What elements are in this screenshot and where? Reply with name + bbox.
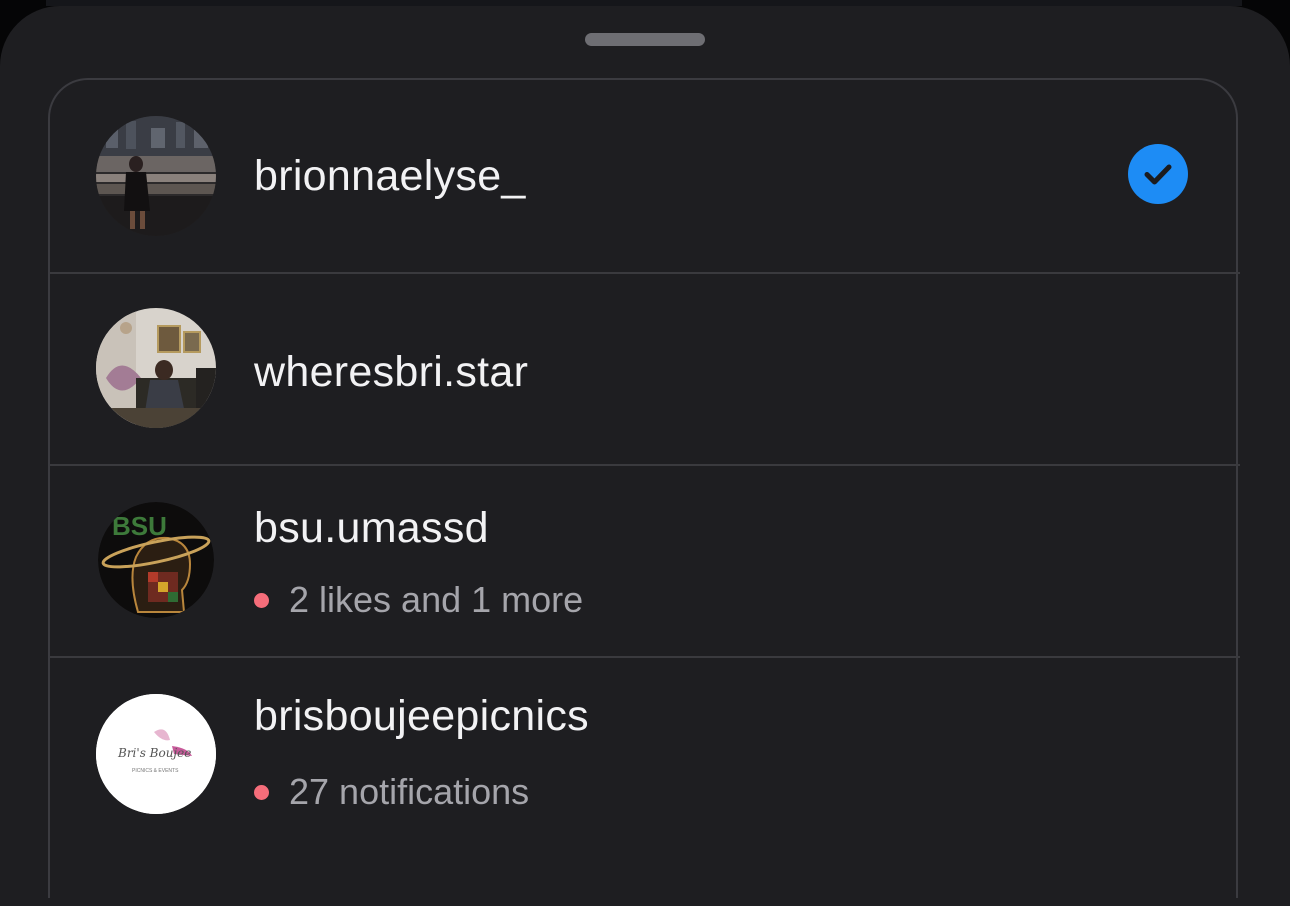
- account-row-bsu-umassd[interactable]: BSU bsu.umassd 2 likes and 1 more: [50, 464, 1240, 656]
- avatar: [96, 116, 216, 236]
- avatar-photo: [96, 116, 216, 236]
- selected-check-icon: [1128, 144, 1188, 204]
- avatar: Bri's Boujee PICNICS & EVENTS: [96, 694, 216, 814]
- svg-text:PICNICS & EVENTS: PICNICS & EVENTS: [132, 768, 179, 774]
- drag-handle[interactable]: [585, 33, 705, 46]
- activity-text: 2 likes and 1 more: [289, 579, 584, 620]
- svg-text:Bri's Boujee: Bri's Boujee: [117, 746, 191, 760]
- account-activity-status: 27 notifications: [254, 771, 529, 813]
- notification-dot-icon: [254, 592, 269, 608]
- account-row-brionnaelyse[interactable]: brionnaelyse_: [50, 80, 1240, 272]
- account-username: wheresbri.star: [254, 348, 529, 396]
- accounts-list: brionnaelyse_ wheresbri.star BSU bsu.uma…: [48, 78, 1240, 898]
- avatar: [96, 308, 216, 428]
- bsu-logo-icon: BSU: [98, 502, 214, 618]
- avatar: BSU: [98, 502, 214, 618]
- activity-text: 27 notifications: [289, 771, 530, 812]
- account-username: brionnaelyse_: [254, 152, 526, 200]
- account-activity-status: 2 likes and 1 more: [254, 579, 583, 621]
- account-row-wheresbri[interactable]: wheresbri.star: [50, 272, 1240, 464]
- avatar-photo: [96, 308, 216, 428]
- notification-dot-icon: [254, 784, 269, 800]
- brand-logo-icon: Bri's Boujee PICNICS & EVENTS: [96, 694, 216, 814]
- account-username: bsu.umassd: [254, 504, 489, 552]
- svg-text:BSU: BSU: [112, 511, 167, 541]
- account-row-brisboujeepicnics[interactable]: Bri's Boujee PICNICS & EVENTS brisboujee…: [50, 656, 1240, 848]
- account-username: brisboujeepicnics: [254, 692, 589, 740]
